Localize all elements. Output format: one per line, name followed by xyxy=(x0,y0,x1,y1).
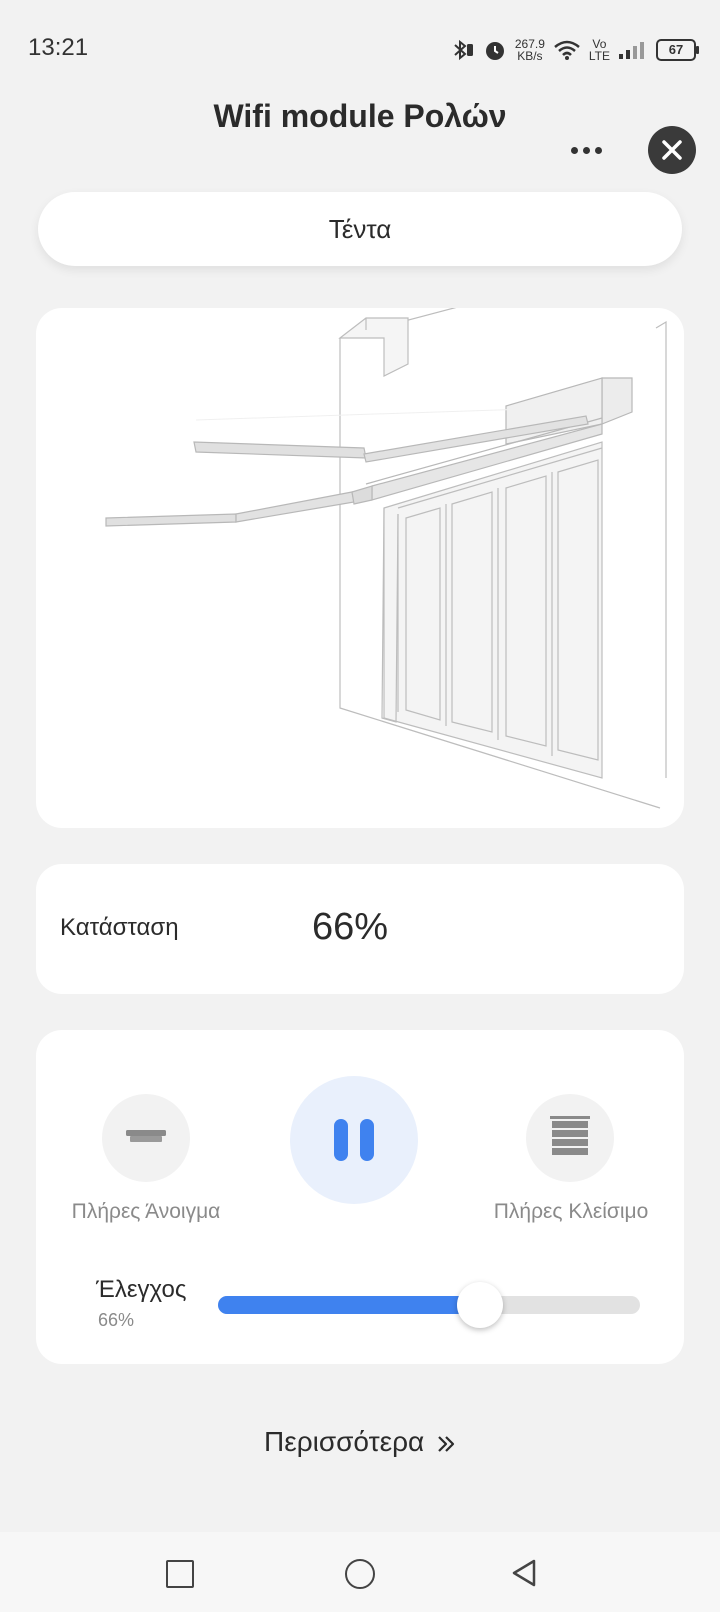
full-open-button[interactable] xyxy=(102,1094,190,1182)
more-dot xyxy=(582,146,590,154)
device-image-card xyxy=(36,308,684,828)
status-card: Κατάσταση 66% xyxy=(36,864,684,994)
battery-indicator: 67 xyxy=(656,39,699,61)
slider-value-text: 66% xyxy=(98,1310,135,1330)
awning-open-icon xyxy=(126,1130,166,1142)
device-tab[interactable]: Τέντα xyxy=(38,192,682,266)
status-time: 13:21 xyxy=(28,34,89,61)
pause-button[interactable] xyxy=(290,1076,418,1204)
close-icon xyxy=(662,140,682,160)
double-chevron-right-icon xyxy=(432,1426,456,1457)
network-speed: 267.9 KB/s xyxy=(515,38,545,62)
bluetooth-icon xyxy=(454,39,473,61)
signal-icon xyxy=(619,42,644,59)
volte-bottom: LTE xyxy=(588,49,610,63)
control-card: Πλήρες Άνοιγμα Πλήρες Κλείσιμο Έλεγχος 6… xyxy=(36,1030,684,1364)
net-speed-unit: KB/s xyxy=(517,49,543,63)
awning-illustration xyxy=(105,308,667,809)
full-open-label: Πλήρες Άνοιγμα xyxy=(71,1200,221,1223)
recent-apps-icon[interactable] xyxy=(166,1560,194,1588)
pause-bar-left xyxy=(334,1119,348,1161)
slider-thumb[interactable] xyxy=(456,1282,503,1328)
awning-closed-icon xyxy=(550,1116,590,1155)
close-button[interactable] xyxy=(648,126,696,174)
full-close-button[interactable] xyxy=(526,1094,614,1182)
pause-bar-right xyxy=(360,1119,374,1161)
alarm-icon xyxy=(485,42,504,60)
system-navbar xyxy=(0,1532,720,1612)
more-dot xyxy=(594,146,602,154)
more-link[interactable]: Περισσότερα xyxy=(0,1426,720,1458)
page-title: Wifi module Ρολών xyxy=(213,98,507,134)
status-icons: 267.9 KB/s Vo LTE 67 xyxy=(449,36,699,64)
more-horizontal-icon xyxy=(570,146,578,154)
more-link-label: Περισσότερα xyxy=(263,1426,425,1457)
pause-icon xyxy=(328,1119,380,1161)
more-options-button[interactable] xyxy=(556,132,616,168)
full-close-label: Πλήρες Κλείσιμο xyxy=(493,1200,649,1223)
status-label: Κατάσταση xyxy=(60,914,179,941)
volte-indicator: Vo LTE xyxy=(589,38,610,62)
slider-fill xyxy=(218,1296,480,1314)
slider-title: Έλεγχος xyxy=(96,1276,187,1303)
status-value: 66% xyxy=(312,906,389,948)
position-slider[interactable] xyxy=(218,1282,640,1328)
home-icon[interactable] xyxy=(345,1559,375,1589)
back-icon[interactable] xyxy=(510,1558,538,1588)
wifi-icon xyxy=(554,40,580,60)
